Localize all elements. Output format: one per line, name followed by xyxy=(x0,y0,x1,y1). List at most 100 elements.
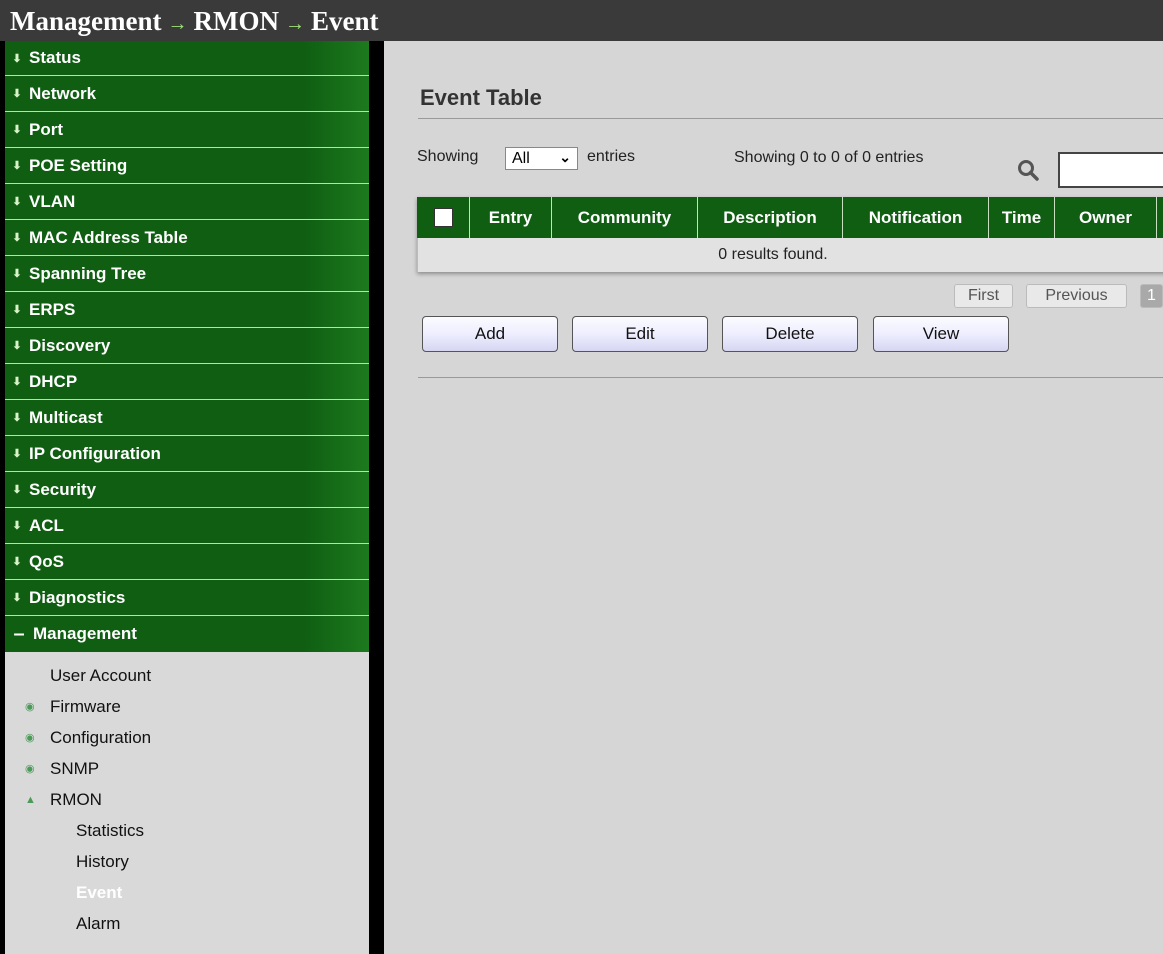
chevron-down-icon: ⬇︎ xyxy=(12,556,22,568)
sidebar-item-label: Spanning Tree xyxy=(29,263,147,283)
chevron-down-icon: ⌄ xyxy=(559,149,571,165)
column-header-community[interactable]: Community xyxy=(551,197,697,238)
chevron-down-icon: ◉ xyxy=(25,701,35,713)
sidebar-item-label: ERPS xyxy=(29,299,76,319)
sidebar-item-discovery[interactable]: ⬇︎ Discovery xyxy=(5,328,369,364)
sidebar-subitem-label: Configuration xyxy=(50,727,152,747)
chevron-down-icon: ⬇︎ xyxy=(12,160,22,172)
pagination-page-button[interactable]: 1 xyxy=(1140,284,1163,308)
chevron-down-icon: ⬇︎ xyxy=(12,412,22,424)
chevron-down-icon: ⬇︎ xyxy=(12,592,22,604)
chevron-down-icon: ⬇︎ xyxy=(12,52,22,65)
search-icon xyxy=(1018,160,1039,181)
sidebar-subitem-firmware[interactable]: ◉ Firmware xyxy=(5,691,369,722)
page-size-select[interactable]: All ⌄ xyxy=(505,147,578,170)
chevron-down-icon: ⬇︎ xyxy=(12,376,22,388)
sidebar-item-label: Diagnostics xyxy=(29,587,126,607)
divider xyxy=(418,377,1163,378)
column-header-entry[interactable]: Entry xyxy=(469,197,551,238)
sidebar-rmon-history[interactable]: History xyxy=(5,846,369,877)
sidebar-item-poe-setting[interactable]: ⬇︎ POE Setting xyxy=(5,148,369,184)
search-input[interactable] xyxy=(1058,152,1163,188)
sidebar-subitem-snmp[interactable]: ◉ SNMP xyxy=(5,753,369,784)
sidebar-item-label: Port xyxy=(29,119,63,139)
chevron-down-icon: ⬇︎ xyxy=(12,484,22,496)
column-header-owner[interactable]: Owner xyxy=(1054,197,1156,238)
chevron-down-icon: ⬇︎ xyxy=(12,448,22,460)
sidebar-item-network[interactable]: ⬇︎ Network xyxy=(5,76,369,112)
sidebar-item-ip-configuration[interactable]: ⬇︎ IP Configuration xyxy=(5,436,369,472)
sidebar-item-label: Multicast xyxy=(29,407,103,427)
sidebar-item-management[interactable]: – Management xyxy=(5,616,369,652)
sidebar-rmon-event[interactable]: Event xyxy=(5,877,369,908)
showing-label: Showing xyxy=(417,148,479,165)
add-button[interactable]: Add xyxy=(422,316,558,352)
title-bar: Management → RMON → Event xyxy=(0,0,1163,41)
sidebar-frame: ⬇︎ Status ⬇︎ Network ⬇︎ Port ⬇︎ POE Setting … xyxy=(0,41,384,954)
sidebar-item-mac-address-table[interactable]: ⬇︎ MAC Address Table xyxy=(5,220,369,256)
sidebar-item-label: VLAN xyxy=(29,191,76,211)
sidebar-item-acl[interactable]: ⬇︎ ACL xyxy=(5,508,369,544)
sidebar-subitem-label: RMON xyxy=(50,789,102,809)
sidebar-subitem-user-account[interactable]: User Account xyxy=(5,660,369,691)
sidebar-item-multicast[interactable]: ⬇︎ Multicast xyxy=(5,400,369,436)
table-header: Entry Community Description Notification… xyxy=(417,197,1163,238)
sidebar-item-vlan[interactable]: ⬇︎ VLAN xyxy=(5,184,369,220)
sidebar-subitem-label: Firmware xyxy=(50,696,121,716)
sidebar-item-spanning-tree[interactable]: ⬇︎ Spanning Tree xyxy=(5,256,369,292)
sidebar-item-qos[interactable]: ⬇︎ QoS xyxy=(5,544,369,580)
event-table: Entry Community Description Notification… xyxy=(417,197,1163,272)
main-content: Event Table Showing All ⌄ entries Showin… xyxy=(384,41,1163,954)
sidebar-item-label: Management xyxy=(33,624,137,643)
sidebar-item-label: Status xyxy=(29,48,81,67)
column-header-overflow xyxy=(1156,197,1163,238)
delete-button[interactable]: Delete xyxy=(722,316,858,352)
sidebar-item-diagnostics[interactable]: ⬇︎ Diagnostics xyxy=(5,580,369,616)
column-header-description[interactable]: Description xyxy=(697,197,842,238)
sidebar-item-label: Network xyxy=(29,83,97,103)
pagination-previous-button[interactable]: Previous xyxy=(1026,284,1127,308)
sidebar-item-port[interactable]: ⬇︎ Port xyxy=(5,112,369,148)
sidebar-item-dhcp[interactable]: ⬇︎ DHCP xyxy=(5,364,369,400)
divider xyxy=(418,118,1163,119)
table-body: 0 results found. xyxy=(417,238,1163,272)
entries-label: entries xyxy=(587,148,636,165)
table-info: Showing 0 to 0 of 0 entries xyxy=(734,149,924,166)
chevron-up-icon: ▲ xyxy=(25,793,36,806)
sidebar-item-label: Discovery xyxy=(29,335,111,355)
breadcrumb: Management → RMON → Event xyxy=(10,6,378,37)
collapse-icon: – xyxy=(13,622,25,645)
sidebar-subitem-rmon[interactable]: ▲ RMON xyxy=(5,784,369,815)
sidebar-item-label: MAC Address Table xyxy=(29,227,188,247)
sidebar-rmon-statistics[interactable]: Statistics xyxy=(5,815,369,846)
select-all-cell xyxy=(417,197,469,238)
sidebar: ⬇︎ Status ⬇︎ Network ⬇︎ Port ⬇︎ POE Setting … xyxy=(5,41,369,954)
sidebar-subitem-label: User Account xyxy=(50,665,152,685)
sidebar-item-label: POE Setting xyxy=(29,155,128,175)
pagination-first-button[interactable]: First xyxy=(954,284,1013,308)
chevron-down-icon: ◉ xyxy=(25,732,35,744)
sidebar-item-label: ACL xyxy=(29,515,64,535)
sidebar-item-security[interactable]: ⬇︎ Security xyxy=(5,472,369,508)
chevron-down-icon: ⬇︎ xyxy=(12,340,22,352)
column-header-notification[interactable]: Notification xyxy=(842,197,988,238)
chevron-down-icon: ⬇︎ xyxy=(12,304,22,316)
chevron-down-icon: ⬇︎ xyxy=(12,232,22,244)
chevron-down-icon: ⬇︎ xyxy=(12,268,22,280)
column-header-time[interactable]: Time xyxy=(988,197,1054,238)
edit-button[interactable]: Edit xyxy=(572,316,708,352)
sidebar-item-label: Security xyxy=(29,479,97,499)
sidebar-item-erps[interactable]: ⬇︎ ERPS xyxy=(5,292,369,328)
sidebar-rmon-alarm[interactable]: Alarm xyxy=(5,908,369,939)
chevron-down-icon: ◉ xyxy=(25,763,35,775)
select-all-checkbox[interactable] xyxy=(433,208,453,227)
breadcrumb-arrow-icon: → xyxy=(167,13,188,35)
sidebar-item-status[interactable]: ⬇︎ Status xyxy=(5,41,369,76)
sidebar-subitem-label: SNMP xyxy=(50,758,100,778)
breadcrumb-management: Management xyxy=(10,6,162,36)
sidebar-item-label: DHCP xyxy=(29,371,78,391)
sidebar-item-label: IP Configuration xyxy=(29,443,161,463)
view-button[interactable]: View xyxy=(873,316,1009,352)
breadcrumb-event: Event xyxy=(310,6,379,36)
sidebar-subitem-configuration[interactable]: ◉ Configuration xyxy=(5,722,369,753)
